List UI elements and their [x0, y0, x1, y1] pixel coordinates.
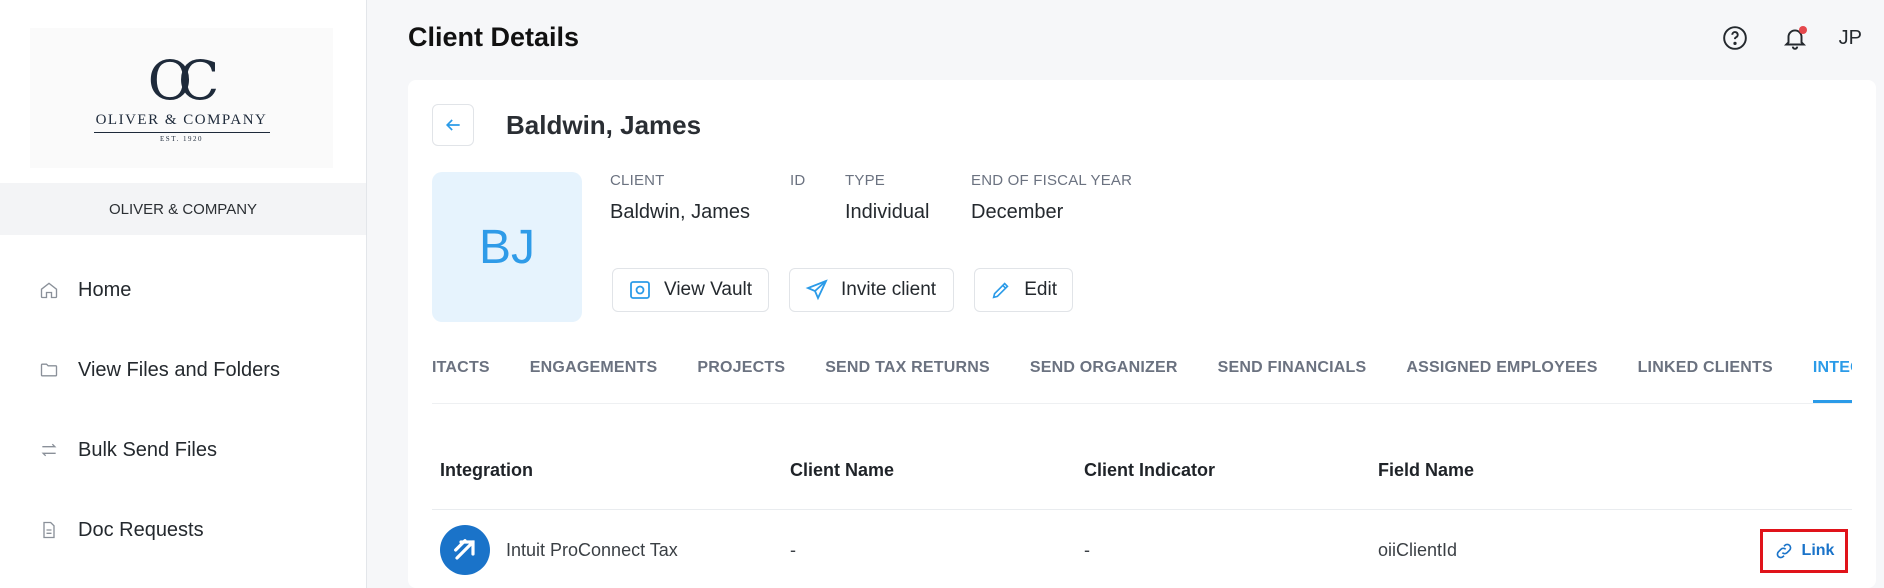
sidebar-item-label: Home	[78, 278, 132, 301]
notification-dot	[1798, 26, 1807, 34]
column-header-client-name[interactable]: Client Name	[790, 460, 894, 481]
meta-client: CLIENT Baldwin, James	[610, 172, 750, 224]
edit-button[interactable]: Edit	[974, 268, 1073, 312]
send-icon	[805, 278, 829, 302]
integration-table: Integration Client Name Client Indicator…	[432, 432, 1852, 588]
vault-icon	[628, 278, 652, 302]
integration-cell: Intuit ProConnect Tax	[440, 525, 678, 575]
tab-projects[interactable]: PROJECTS	[697, 332, 785, 403]
tab-send-financials[interactable]: SEND FINANCIALS	[1218, 332, 1367, 403]
table-header: Integration Client Name Client Indicator…	[432, 432, 1852, 510]
sidebar-item-doc-requests[interactable]: Doc Requests	[0, 490, 366, 570]
tab-linked-clients[interactable]: LINKED CLIENTS	[1638, 332, 1773, 403]
sidebar-item-view-files[interactable]: View Files and Folders	[0, 330, 366, 410]
integration-name: Intuit ProConnect Tax	[506, 539, 678, 560]
link-button[interactable]: Link	[1760, 529, 1848, 573]
meta-value: Individual	[845, 201, 930, 223]
folder-icon	[38, 359, 60, 381]
user-avatar[interactable]: JP	[1839, 27, 1862, 50]
home-icon	[38, 279, 60, 301]
link-icon	[1776, 543, 1791, 559]
sidebar-item-bulk-send[interactable]: Bulk Send Files	[0, 410, 366, 490]
logo-est: EST. 1920	[160, 134, 203, 143]
view-vault-button[interactable]: View Vault	[612, 268, 769, 312]
client-tabs: ITACTS ENGAGEMENTS PROJECTS SEND TAX RET…	[432, 332, 1852, 404]
company-logo[interactable]: OC OLIVER & COMPANY EST. 1920	[30, 28, 333, 168]
link-label: Link	[1801, 542, 1835, 559]
sidebar-item-label: Doc Requests	[78, 518, 204, 541]
logo-name: OLIVER & COMPANY	[95, 111, 268, 128]
column-header-client-indicator[interactable]: Client Indicator	[1084, 460, 1215, 481]
sidebar-item-home[interactable]: Home	[0, 250, 366, 330]
invite-client-button[interactable]: Invite client	[789, 268, 954, 312]
arrows-exchange-icon	[38, 439, 60, 461]
meta-fiscal-year: END OF FISCAL YEAR December	[971, 172, 1132, 224]
meta-value: December	[971, 201, 1064, 223]
logo-monogram: OC	[147, 48, 219, 112]
arrow-left-icon	[445, 119, 460, 131]
column-header-integration[interactable]: Integration	[440, 460, 533, 481]
client-card: Baldwin, James BJ CLIENT Baldwin, James …	[408, 80, 1876, 588]
tab-engagements[interactable]: ENGAGEMENTS	[530, 332, 658, 403]
back-button[interactable]	[432, 104, 474, 146]
sidebar-item-label: Bulk Send Files	[78, 438, 217, 461]
field-name-cell: oiiClientId	[1378, 539, 1458, 560]
logo-divider	[93, 131, 270, 133]
column-header-field-name[interactable]: Field Name	[1378, 460, 1474, 481]
page-title: Client Details	[408, 22, 580, 52]
invite-client-label: Invite client	[841, 279, 937, 300]
view-vault-label: View Vault	[664, 279, 753, 300]
meta-label: TYPE	[845, 172, 885, 189]
edit-label: Edit	[1024, 279, 1057, 300]
document-icon	[38, 519, 60, 541]
meta-label: CLIENT	[610, 172, 665, 189]
table-row: Intuit ProConnect Tax - - oiiClientId Li…	[432, 510, 1852, 588]
meta-label: ID	[790, 172, 806, 189]
sidebar-item-label: View Files and Folders	[78, 358, 280, 381]
bell-icon[interactable]	[1779, 22, 1811, 54]
meta-label: END OF FISCAL YEAR	[971, 172, 1133, 189]
org-name[interactable]: OLIVER & COMPANY	[0, 183, 366, 235]
sidebar: OC OLIVER & COMPANY EST. 1920 OLIVER & C…	[0, 0, 367, 588]
meta-id: ID	[790, 172, 805, 201]
header-actions: JP	[1719, 22, 1884, 54]
tab-send-tax-returns[interactable]: SEND TAX RETURNS	[825, 332, 990, 403]
client-name-title: Baldwin, James	[506, 110, 702, 140]
client-avatar: BJ	[432, 172, 582, 322]
client-name-cell: -	[790, 539, 796, 560]
intuit-proconnect-logo-icon	[440, 525, 490, 575]
sidebar-nav: Home View Files and Folders Bulk Send Fi…	[0, 250, 366, 570]
meta-value: Baldwin, James	[610, 201, 751, 223]
tab-send-organizer[interactable]: SEND ORGANIZER	[1030, 332, 1178, 403]
client-indicator-cell: -	[1084, 539, 1090, 560]
tab-assigned-employees[interactable]: ASSIGNED EMPLOYEES	[1406, 332, 1597, 403]
help-icon[interactable]	[1719, 22, 1751, 54]
pencil-icon	[990, 278, 1012, 302]
tab-integration-clients[interactable]: INTEGRATION CLIENTS	[1812, 332, 1852, 403]
meta-type: TYPE Individual	[845, 172, 930, 224]
tab-contacts[interactable]: ITACTS	[432, 332, 490, 403]
